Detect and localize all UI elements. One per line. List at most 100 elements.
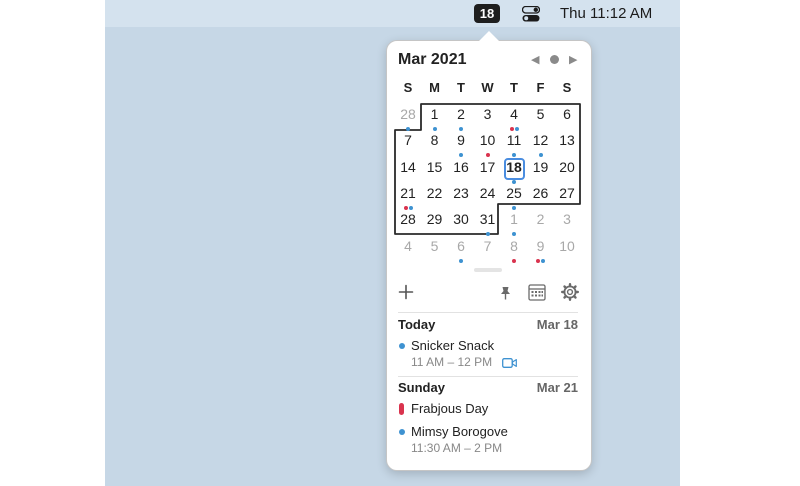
calendar-day[interactable]: 1 — [422, 104, 448, 131]
calendar-day[interactable]: 9 — [528, 236, 554, 263]
calendar-day[interactable]: 12 — [528, 130, 554, 157]
event-item[interactable]: Mimsy Borogove 11:30 AM – 2 PM — [398, 423, 578, 457]
calendar-day[interactable]: 5 — [528, 104, 554, 124]
divider — [398, 376, 578, 377]
agenda-section-title: Sunday — [398, 380, 445, 395]
calendar-day[interactable]: 30 — [448, 209, 474, 229]
weekday-header: S — [403, 80, 413, 95]
calendar-day[interactable]: 26 — [528, 183, 554, 203]
calendar-day[interactable]: 11 — [501, 130, 527, 157]
agenda-section-title: Today — [398, 317, 436, 332]
event-dot — [541, 259, 545, 263]
menubar-clock[interactable]: Thu 11:12 AM — [560, 3, 652, 24]
calendar-day[interactable]: 18 — [501, 157, 527, 184]
event-indicator-dots — [422, 124, 448, 131]
event-indicator-dots — [395, 203, 421, 210]
calendar-day[interactable]: 31 — [475, 209, 501, 236]
previous-month-icon[interactable]: ◀ — [531, 52, 539, 68]
agenda-section-date: Mar 21 — [536, 380, 578, 395]
calendar-day[interactable]: 28 — [395, 209, 421, 229]
today-dot-icon[interactable] — [550, 55, 559, 64]
calendar-day[interactable]: 21 — [395, 183, 421, 210]
calendar-day[interactable]: 2 — [528, 209, 554, 229]
video-call-icon[interactable] — [502, 358, 517, 368]
calendar-day[interactable]: 22 — [422, 183, 448, 203]
event-time: 11 AM – 12 PM — [411, 355, 493, 369]
calendar-day[interactable]: 13 — [554, 130, 580, 150]
calendar-icon[interactable] — [528, 283, 546, 301]
weekday-header: M — [429, 80, 440, 95]
event-title: Mimsy Borogove — [411, 424, 508, 439]
calendar-day[interactable]: 20 — [554, 157, 580, 177]
plus-icon[interactable] — [398, 284, 414, 300]
calendar-day[interactable]: 10 — [475, 130, 501, 157]
control-center-icon[interactable] — [522, 6, 540, 22]
calendar-day[interactable]: 16 — [448, 157, 474, 177]
event-indicator-dots — [501, 256, 527, 263]
calendar-day[interactable]: 29 — [422, 209, 448, 229]
resize-handle[interactable] — [474, 268, 502, 272]
calendar-day[interactable]: 19 — [528, 157, 554, 177]
calendar-day[interactable]: 7 — [475, 236, 501, 256]
menubar-calendar-date[interactable]: 18 — [474, 4, 500, 23]
weekday-header: T — [510, 80, 518, 95]
event-time: 11:30 AM – 2 PM — [411, 441, 503, 455]
calendar-day[interactable]: 8 — [501, 236, 527, 263]
calendar-day[interactable]: 27 — [554, 183, 580, 203]
calendar-day[interactable]: 6 — [448, 236, 474, 263]
weekday-header: W — [481, 80, 494, 95]
event-item[interactable]: Frabjous Day — [398, 400, 578, 418]
calendar-day[interactable]: 4 — [501, 104, 527, 131]
popover-arrow — [479, 31, 499, 41]
event-indicator-dots — [501, 124, 527, 131]
calendar-day[interactable]: 7 — [395, 130, 421, 150]
event-indicator-dots — [501, 177, 527, 184]
event-dot — [459, 259, 463, 263]
event-item[interactable]: Snicker Snack 11 AM – 12 PM — [398, 337, 578, 371]
calendar-day[interactable]: 28 — [395, 104, 421, 131]
calendar-day[interactable]: 24 — [475, 183, 501, 203]
event-indicator-dots — [528, 150, 554, 157]
gear-icon[interactable] — [561, 283, 579, 301]
calendar-day[interactable]: 3 — [475, 104, 501, 124]
event-indicator-dots — [475, 229, 501, 236]
calendar-day[interactable]: 8 — [422, 130, 448, 150]
event-dot — [512, 259, 516, 263]
event-indicator-dots — [448, 150, 474, 157]
next-month-icon[interactable]: ▶ — [569, 52, 577, 68]
calendar-day[interactable]: 10 — [554, 236, 580, 256]
calendar-day[interactable]: 2 — [448, 104, 474, 131]
month-title: Mar 2021 — [398, 51, 467, 68]
divider — [398, 312, 578, 313]
event-indicator-dots — [448, 256, 474, 263]
event-color-dot — [399, 343, 405, 349]
event-indicator-dots — [501, 203, 527, 210]
event-indicator-dots — [475, 150, 501, 157]
event-dot — [536, 259, 540, 263]
event-title: Frabjous Day — [411, 401, 489, 416]
calendar-day[interactable]: 6 — [554, 104, 580, 124]
event-color-bar — [399, 403, 404, 415]
agenda-section-date: Mar 18 — [536, 317, 578, 332]
calendar-day[interactable]: 15 — [422, 157, 448, 177]
weekday-header: F — [536, 80, 545, 95]
event-indicator-dots — [528, 256, 554, 263]
calendar-day[interactable]: 25 — [501, 183, 527, 210]
weekday-header: T — [457, 80, 465, 95]
calendar-day[interactable]: 14 — [395, 157, 421, 177]
event-indicator-dots — [501, 150, 527, 157]
calendar-day[interactable]: 1 — [501, 209, 527, 236]
calendar-day[interactable]: 3 — [554, 209, 580, 229]
calendar-day[interactable]: 5 — [422, 236, 448, 256]
calendar-day[interactable]: 17 — [475, 157, 501, 177]
calendar-day[interactable]: 9 — [448, 130, 474, 157]
event-color-dot — [399, 429, 405, 435]
calendar-day[interactable]: 23 — [448, 183, 474, 203]
event-title: Snicker Snack — [411, 338, 495, 353]
pin-icon[interactable] — [499, 286, 512, 300]
event-indicator-dots — [448, 124, 474, 131]
event-indicator-dots — [501, 229, 527, 236]
event-indicator-dots — [395, 124, 421, 131]
weekday-header: S — [562, 80, 572, 95]
calendar-day[interactable]: 4 — [395, 236, 421, 256]
